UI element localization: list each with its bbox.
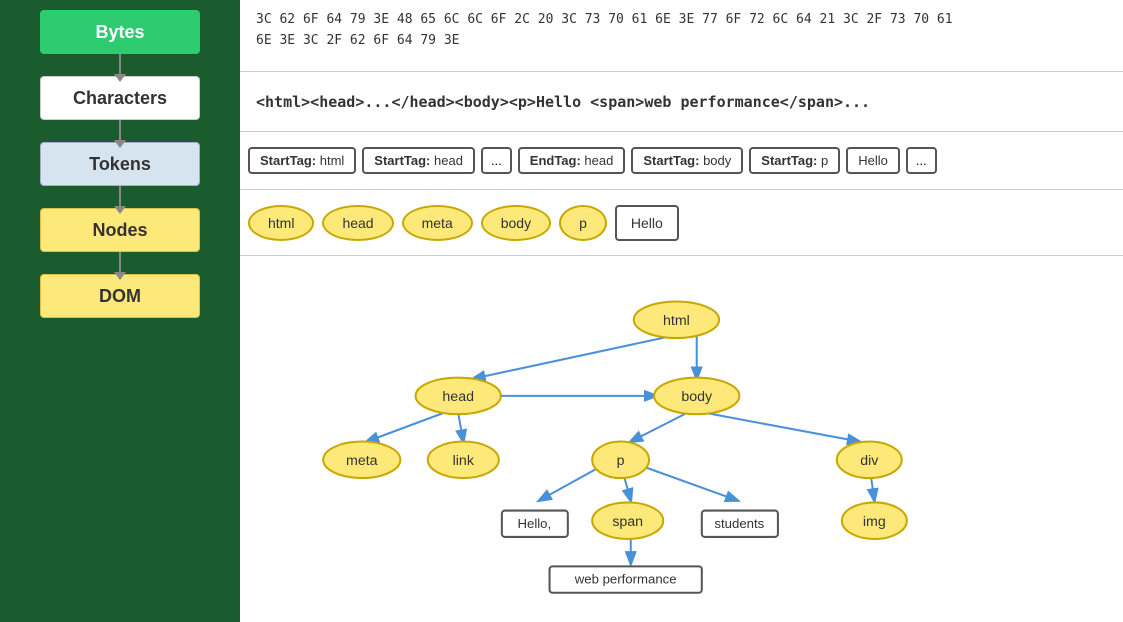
tokens-section: StartTag: html StartTag: head ... EndTag… [240, 132, 1123, 190]
bytes-box: Bytes [40, 10, 200, 54]
node-p: p [559, 205, 607, 241]
node-body: body [481, 205, 551, 241]
token-endtag-head: EndTag: head [518, 147, 626, 174]
tokens-box: Tokens [40, 142, 200, 186]
dom-node-span-label: span [612, 514, 643, 530]
characters-content: <html><head>...</head><body><p>Hello <sp… [256, 93, 870, 111]
dom-step: DOM [40, 274, 200, 318]
dom-node-hello-label: Hello, [517, 516, 551, 531]
nodes-step: Nodes [40, 208, 200, 274]
token-starttag-head: StartTag: head [362, 147, 475, 174]
dom-node-html-label: html [663, 313, 690, 329]
dom-node-img-label: img [863, 514, 886, 530]
edge-body-div [707, 413, 859, 441]
bytes-label: Bytes [95, 22, 144, 43]
arrow-tokens-nodes [119, 186, 121, 208]
dom-node-body-label: body [681, 389, 713, 405]
edge-p-students [636, 464, 737, 501]
characters-section: <html><head>...</head><body><p>Hello <sp… [240, 72, 1123, 132]
bytes-step: Bytes [40, 10, 200, 76]
dom-tree-svg: html head body meta link p div [240, 262, 1123, 616]
node-head: head [322, 205, 393, 241]
tokens-label: Tokens [89, 154, 151, 175]
token-starttag-p: StartTag: p [749, 147, 840, 174]
token-starttag-html: StartTag: html [248, 147, 356, 174]
node-hello: Hello [615, 205, 679, 241]
dom-node-link-label: link [453, 453, 475, 469]
token-ellipsis-2: ... [906, 147, 937, 174]
content-area: 3C 62 6F 64 79 3E 48 65 6C 6C 6F 2C 20 3… [240, 0, 1123, 622]
dom-node-meta-label: meta [346, 453, 378, 469]
arrow-chars-tokens [119, 120, 121, 142]
arrow-bytes-chars [119, 54, 121, 76]
dom-node-div-label: div [860, 453, 879, 469]
nodes-section: html head meta body p Hello [240, 190, 1123, 256]
characters-label: Characters [73, 88, 167, 109]
dom-box: DOM [40, 274, 200, 318]
edge-body-p [631, 413, 687, 441]
edge-html-head [473, 335, 676, 379]
dom-node-webperf-label: web performance [574, 572, 677, 587]
bytes-section: 3C 62 6F 64 79 3E 48 65 6C 6C 6F 2C 20 3… [240, 0, 1123, 72]
characters-step: Characters [40, 76, 200, 142]
pipeline: Bytes Characters Tokens Nodes DOM [0, 0, 240, 622]
token-ellipsis-1: ... [481, 147, 512, 174]
edge-head-meta [367, 413, 443, 441]
node-meta: meta [402, 205, 473, 241]
edge-head-link [458, 413, 463, 441]
dom-node-p-label: p [617, 453, 625, 469]
node-html: html [248, 205, 314, 241]
dom-label: DOM [99, 286, 141, 307]
nodes-box: Nodes [40, 208, 200, 252]
token-text-hello: Hello [846, 147, 900, 174]
bytes-text: 3C 62 6F 64 79 3E 48 65 6C 6C 6F 2C 20 3… [256, 10, 953, 52]
token-starttag-body: StartTag: body [631, 147, 743, 174]
main-container: Bytes Characters Tokens Nodes DOM [0, 0, 1123, 622]
arrow-nodes-dom [119, 252, 121, 274]
dom-node-head-label: head [442, 389, 474, 405]
dom-section: html head body meta link p div [240, 256, 1123, 622]
tokens-step: Tokens [40, 142, 200, 208]
characters-text: <html><head>...</head><body><p>Hello <sp… [256, 93, 870, 111]
nodes-label: Nodes [92, 220, 147, 241]
characters-box: Characters [40, 76, 200, 120]
dom-node-students-label: students [714, 516, 764, 531]
